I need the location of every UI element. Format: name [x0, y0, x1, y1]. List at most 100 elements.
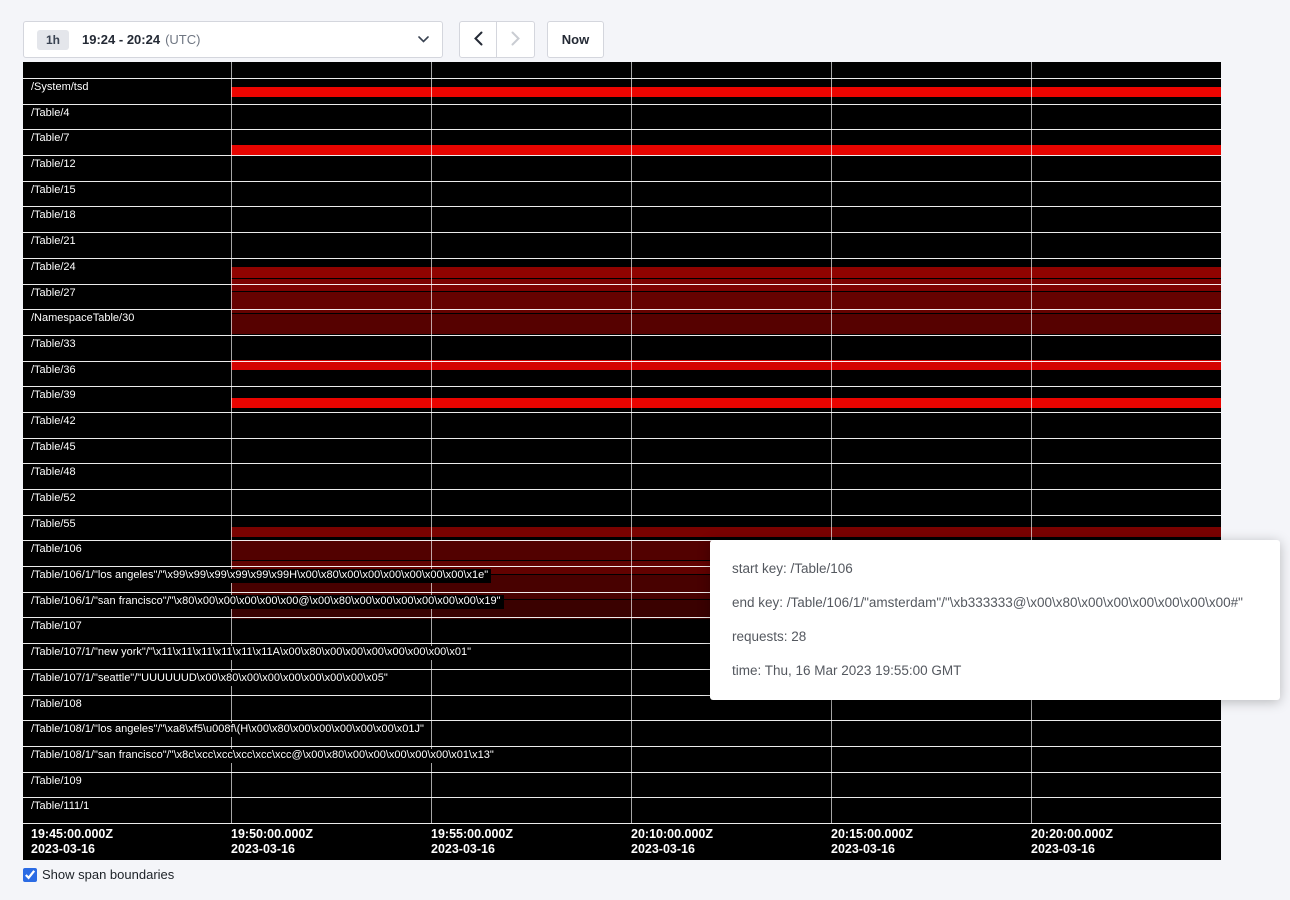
span-boundary-line	[23, 284, 1221, 285]
previous-range-button[interactable]	[459, 21, 497, 58]
span-boundary-line	[23, 489, 1221, 490]
show-span-boundaries-checkbox[interactable]	[23, 868, 37, 882]
span-boundary-line	[23, 412, 1221, 413]
axis-time-value: 20:20:00.000Z	[1031, 827, 1113, 842]
span-label: /NamespaceTable/30	[31, 312, 137, 326]
axis-date-value: 2023-03-16	[431, 842, 513, 857]
hover-tooltip: start key: /Table/106 end key: /Table/106…	[710, 540, 1280, 700]
span-label: /Table/111/1	[31, 800, 92, 814]
span-label: /Table/45	[31, 441, 79, 455]
span-label: /Table/108/1/"san francisco"/"\x8c\xcc\x…	[31, 749, 497, 763]
time-axis-label: 19:50:00.000Z2023-03-16	[231, 827, 313, 857]
heat-band	[231, 314, 1221, 334]
key-visualizer-page: { "toolbar": { "range_badge": "1h", "ran…	[0, 0, 1290, 900]
time-toolbar: 1h 19:24 - 20:24 (UTC) Now	[23, 21, 604, 58]
time-gridline	[631, 62, 632, 823]
chevron-right-icon	[511, 31, 520, 49]
chevron-down-icon	[418, 36, 429, 43]
axis-date-value: 2023-03-16	[631, 842, 713, 857]
heat-band	[231, 145, 1221, 155]
span-label: /Table/107/1/"seattle"/"UUUUUUD\x00\x80\…	[31, 672, 391, 686]
span-boundary-line	[23, 515, 1221, 516]
range-timezone-label: (UTC)	[165, 32, 200, 47]
span-label: /Table/107	[31, 620, 85, 634]
footer-controls: Show span boundaries	[23, 867, 174, 882]
time-axis-label: 20:15:00.000Z2023-03-16	[831, 827, 913, 857]
span-boundary-line	[23, 181, 1221, 182]
span-label: /Table/48	[31, 466, 79, 480]
axis-date-value: 2023-03-16	[31, 842, 113, 857]
span-boundary-line	[23, 129, 1221, 130]
span-label: /Table/27	[31, 287, 79, 301]
span-boundary-line	[23, 104, 1221, 105]
span-boundary-line	[23, 463, 1221, 464]
heat-band	[231, 267, 1221, 278]
span-boundary-line	[23, 438, 1221, 439]
span-boundary-line	[23, 797, 1221, 798]
axis-date-value: 2023-03-16	[231, 842, 313, 857]
span-label: /Table/52	[31, 492, 79, 506]
axis-time-value: 19:45:00.000Z	[31, 827, 113, 842]
span-boundary-line	[23, 78, 1221, 79]
span-boundary-line	[23, 309, 1221, 310]
span-label: /Table/21	[31, 235, 79, 249]
heat-band	[231, 527, 1221, 537]
axis-date-value: 2023-03-16	[1031, 842, 1113, 857]
span-label: /Table/109	[31, 775, 85, 789]
range-time-label: 19:24 - 20:24	[82, 32, 160, 47]
axis-time-value: 19:55:00.000Z	[431, 827, 513, 842]
axis-time-value: 20:15:00.000Z	[831, 827, 913, 842]
time-axis-label: 20:20:00.000Z2023-03-16	[1031, 827, 1113, 857]
span-boundary-line	[23, 720, 1221, 721]
tooltip-line: end key: /Table/106/1/"amsterdam"/"\xb33…	[732, 593, 1258, 613]
show-span-boundaries-label: Show span boundaries	[42, 867, 174, 882]
now-button[interactable]: Now	[547, 21, 604, 58]
time-gridline	[231, 62, 232, 823]
span-boundary-line	[23, 206, 1221, 207]
tooltip-line: requests: 28	[732, 627, 1258, 647]
span-boundary-line	[23, 335, 1221, 336]
span-label: /Table/15	[31, 184, 79, 198]
time-gridline	[831, 62, 832, 823]
heat-band	[231, 279, 1221, 291]
span-boundary-line	[23, 823, 1221, 824]
span-boundary-line	[23, 258, 1221, 259]
span-label: /Table/42	[31, 415, 79, 429]
range-duration-badge: 1h	[37, 30, 69, 50]
heat-band	[231, 87, 1221, 97]
span-label: /Table/55	[31, 518, 79, 532]
span-label: /System/tsd	[31, 81, 91, 95]
axis-time-value: 20:10:00.000Z	[631, 827, 713, 842]
tooltip-line: time: Thu, 16 Mar 2023 19:55:00 GMT	[732, 661, 1258, 681]
span-label: /Table/108	[31, 698, 85, 712]
heat-band	[231, 398, 1221, 408]
span-label: /Table/18	[31, 209, 79, 223]
time-axis-label: 20:10:00.000Z2023-03-16	[631, 827, 713, 857]
span-label: /Table/106/1/"los angeles"/"\x99\x99\x99…	[31, 569, 491, 583]
span-label: /Table/39	[31, 389, 79, 403]
tooltip-line: start key: /Table/106	[732, 559, 1258, 579]
span-boundary-line	[23, 361, 1221, 362]
span-label: /Table/107/1/"new york"/"\x11\x11\x11\x1…	[31, 646, 474, 660]
span-label: /Table/24	[31, 261, 79, 275]
chevron-left-icon	[474, 31, 483, 49]
time-nav-group	[459, 21, 535, 58]
span-label: /Table/106	[31, 543, 85, 557]
span-label: /Table/36	[31, 364, 79, 378]
span-label: /Table/108/1/"los angeles"/"\xa8\xf5\u00…	[31, 723, 427, 737]
span-boundary-line	[23, 772, 1221, 773]
span-boundary-line	[23, 386, 1221, 387]
next-range-button[interactable]	[497, 21, 535, 58]
span-label: /Table/33	[31, 338, 79, 352]
span-label: /Table/4	[31, 107, 73, 121]
span-boundary-line	[23, 155, 1221, 156]
span-label: /Table/12	[31, 158, 79, 172]
span-label: /Table/7	[31, 132, 73, 146]
key-visualizer-canvas[interactable]: /System/tsd/Table/4/Table/7/Table/12/Tab…	[23, 62, 1221, 860]
span-boundary-line	[23, 746, 1221, 747]
time-gridline	[1031, 62, 1032, 823]
time-range-select[interactable]: 1h 19:24 - 20:24 (UTC)	[23, 21, 443, 58]
axis-time-value: 19:50:00.000Z	[231, 827, 313, 842]
axis-date-value: 2023-03-16	[831, 842, 913, 857]
span-boundary-line	[23, 232, 1221, 233]
